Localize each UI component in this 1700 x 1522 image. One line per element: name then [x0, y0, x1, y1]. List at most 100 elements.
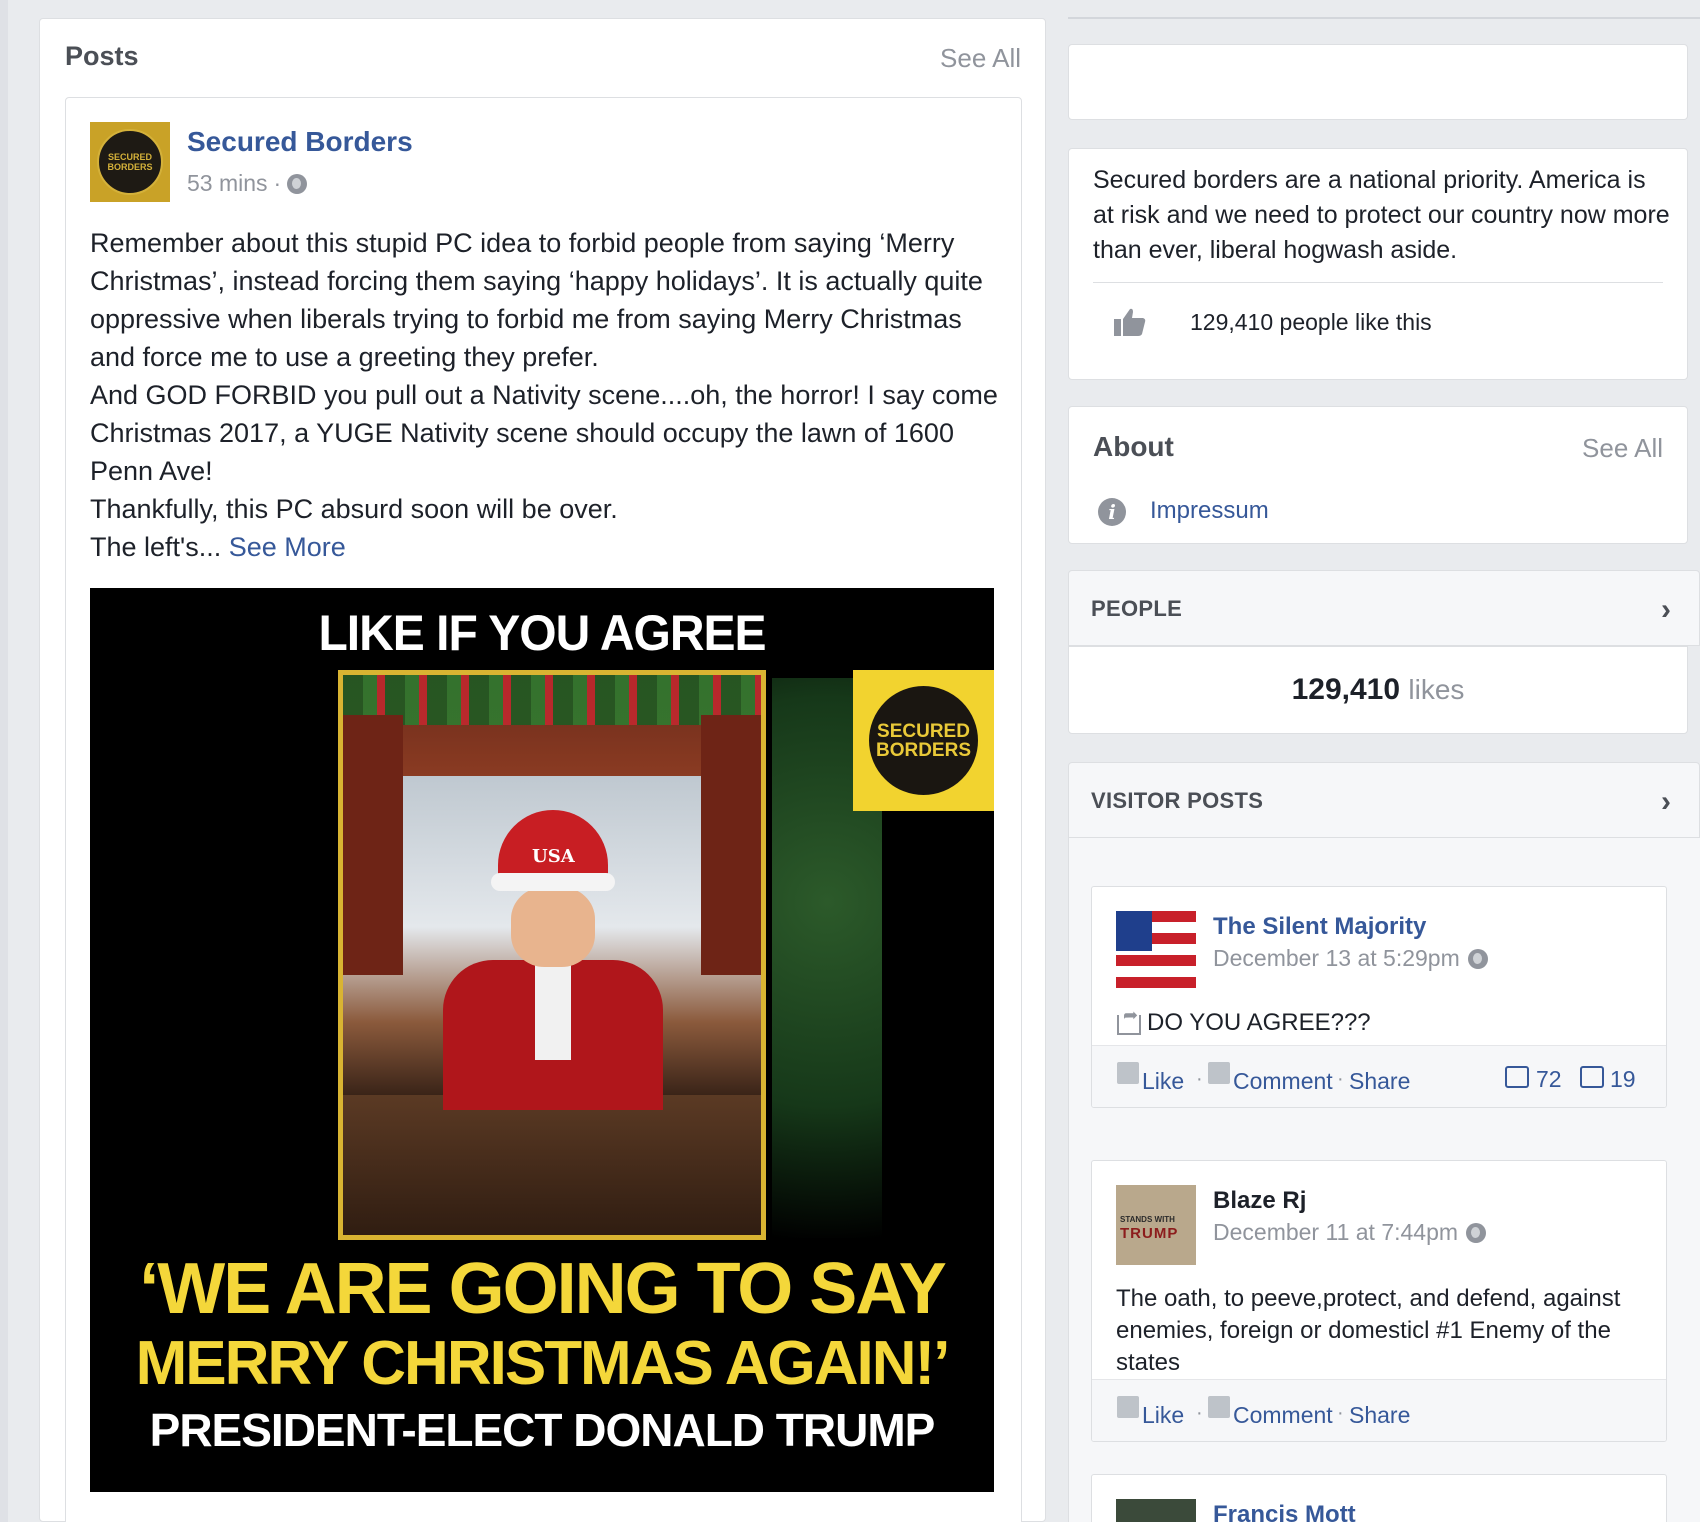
like-button[interactable]: Like [1142, 1402, 1184, 1429]
post-image[interactable]: LIKE IF YOU AGREE USA SECURED BORDERS ‘W… [90, 588, 994, 1492]
image-caption: PRESIDENT-ELECT DONALD TRUMP [149, 1404, 936, 1456]
visitor-post-actions: Like · Comment · Share 72 19 [1092, 1045, 1666, 1107]
globe-icon [1467, 948, 1488, 969]
santa-hat: USA [498, 810, 608, 880]
visitor-post-text: DO YOU AGREE??? [1147, 1009, 1371, 1036]
divider [1093, 282, 1663, 283]
about-see-all-link[interactable]: See All [1582, 433, 1663, 464]
posts-card: Posts See All SECURED BORDERS Secured Bo… [39, 18, 1046, 1522]
people-label: PEOPLE [1091, 596, 1183, 621]
visitor-post-date: December 11 at 7:44pm [1213, 1219, 1487, 1246]
visitor-post: Francis Mott [1091, 1474, 1667, 1522]
like-button[interactable]: Like [1142, 1068, 1184, 1095]
badge-text: SECURED BORDERS [875, 720, 971, 761]
page-description-card: Secured borders are a national priority.… [1068, 148, 1688, 380]
image-logo-badge: SECURED BORDERS [853, 670, 994, 811]
shirt [535, 960, 571, 1060]
visitor-post-text: The oath, to peeve,protect, and defend, … [1116, 1285, 1621, 1376]
action-separator: · [1337, 1402, 1344, 1424]
visitor-posts-label: VISITOR POSTS [1091, 788, 1264, 813]
post-meta: 53 mins · [187, 170, 308, 197]
action-separator: · [1196, 1068, 1203, 1090]
visitor-post: Blaze Rj December 11 at 7:44pm The oath,… [1091, 1160, 1667, 1442]
secured-borders-logo: SECURED BORDERS [97, 129, 163, 195]
post-text: Remember about this stupid PC idea to fo… [90, 224, 1000, 566]
visitor-post-date: December 13 at 5:29pm [1213, 945, 1488, 972]
visitor-post: The Silent Majority December 13 at 5:29p… [1091, 886, 1667, 1108]
impressum-link[interactable]: Impressum [1150, 497, 1269, 525]
share-button[interactable]: Share [1349, 1068, 1410, 1095]
people-likes-card: 129,410 likes [1068, 646, 1688, 734]
chevron-right-icon[interactable]: › [1661, 785, 1671, 819]
globe-icon [1466, 1222, 1487, 1243]
visitor-avatar[interactable] [1116, 1185, 1196, 1265]
visitor-posts-list: The Silent Majority December 13 at 5:29p… [1068, 838, 1700, 1522]
image-quote-line1: ‘WE ARE GOING TO SAY [139, 1249, 946, 1329]
like-count[interactable]: 72 [1536, 1066, 1562, 1093]
globe-icon[interactable] [287, 173, 308, 194]
image-top-text: LIKE IF YOU AGREE [318, 605, 766, 662]
visitor-avatar[interactable] [1116, 911, 1196, 991]
comment-count-icon [1580, 1066, 1604, 1088]
garland-decoration [343, 675, 761, 725]
like-icon [1117, 1062, 1139, 1084]
image-quote-line2: MERRY CHRISTMAS AGAIN!’ [135, 1329, 951, 1398]
curtain-left [343, 715, 403, 975]
page-avatar[interactable]: SECURED BORDERS [90, 122, 170, 202]
comment-button[interactable]: Comment [1233, 1068, 1333, 1095]
chevron-right-icon[interactable]: › [1661, 593, 1671, 627]
left-gutter [0, 0, 8, 1522]
image-photo-frame: USA [338, 670, 766, 1240]
posts-see-all-link[interactable]: See All [940, 43, 1021, 74]
desk [343, 1095, 761, 1235]
action-separator: · [1337, 1068, 1344, 1090]
likes-number: 129,410 [1291, 673, 1401, 706]
visitor-post-timestamp[interactable]: December 13 at 5:29pm [1213, 945, 1460, 972]
post-paragraph: Remember about this stupid PC idea to fo… [90, 228, 983, 372]
curtain-right [701, 715, 761, 975]
comment-icon [1208, 1396, 1230, 1418]
about-title: About [1093, 431, 1174, 462]
info-icon: i [1098, 498, 1126, 526]
page-likes-text[interactable]: 129,410 people like this [1190, 309, 1432, 336]
hat-text: USA [532, 846, 575, 867]
face [511, 887, 595, 967]
share-button[interactable]: Share [1349, 1402, 1410, 1429]
likes-unit: likes [1408, 674, 1465, 705]
post: SECURED BORDERS Secured Borders 53 mins … [65, 97, 1022, 1522]
visitor-post-author-link[interactable]: The Silent Majority [1213, 913, 1426, 941]
truncated-text: The left's... [90, 532, 222, 562]
about-card: About See All i Impressum [1068, 406, 1688, 544]
santa-hat-brim [491, 873, 615, 891]
comment-icon [1208, 1062, 1230, 1084]
comment-count[interactable]: 19 [1610, 1066, 1636, 1093]
logo-text: SECURED BORDERS [107, 152, 153, 172]
comment-button[interactable]: Comment [1233, 1402, 1333, 1429]
post-timestamp[interactable]: 53 mins [187, 170, 268, 197]
right-column-top-divider [1068, 17, 1700, 19]
page-description: Secured borders are a national priority.… [1093, 166, 1670, 264]
action-separator: · [1196, 1402, 1203, 1424]
meta-separator: · [273, 170, 282, 196]
empty-card [1068, 44, 1688, 120]
post-author-link[interactable]: Secured Borders [187, 126, 413, 158]
post-paragraph: And GOD FORBID you pull out a Nativity s… [90, 380, 998, 486]
posts-title: Posts [65, 41, 139, 71]
see-more-link[interactable]: See More [229, 532, 346, 562]
post-paragraph: Thankfully, this PC absurd soon will be … [90, 494, 618, 524]
thumbs-up-icon [1114, 308, 1146, 336]
post-paragraph-truncated: The left's... See More [90, 528, 1000, 566]
visitor-post-actions: Like · Comment · Share [1092, 1379, 1666, 1441]
share-icon [1117, 1005, 1141, 1035]
visitor-post-timestamp[interactable]: December 11 at 7:44pm [1213, 1219, 1458, 1246]
people-section-header[interactable]: PEOPLE › [1068, 570, 1700, 646]
posts-header: Posts See All [65, 41, 1021, 81]
visitor-post-author-link[interactable]: Blaze Rj [1213, 1187, 1306, 1215]
visitor-avatar[interactable] [1116, 1499, 1196, 1522]
badge-seal: SECURED BORDERS [866, 683, 981, 798]
visitor-post-author-link[interactable]: Francis Mott [1213, 1501, 1356, 1522]
like-count-icon [1505, 1066, 1529, 1088]
people-likes-count[interactable]: 129,410 likes [1069, 673, 1687, 707]
like-icon [1117, 1396, 1139, 1418]
visitor-posts-section-header[interactable]: VISITOR POSTS › [1068, 762, 1700, 838]
